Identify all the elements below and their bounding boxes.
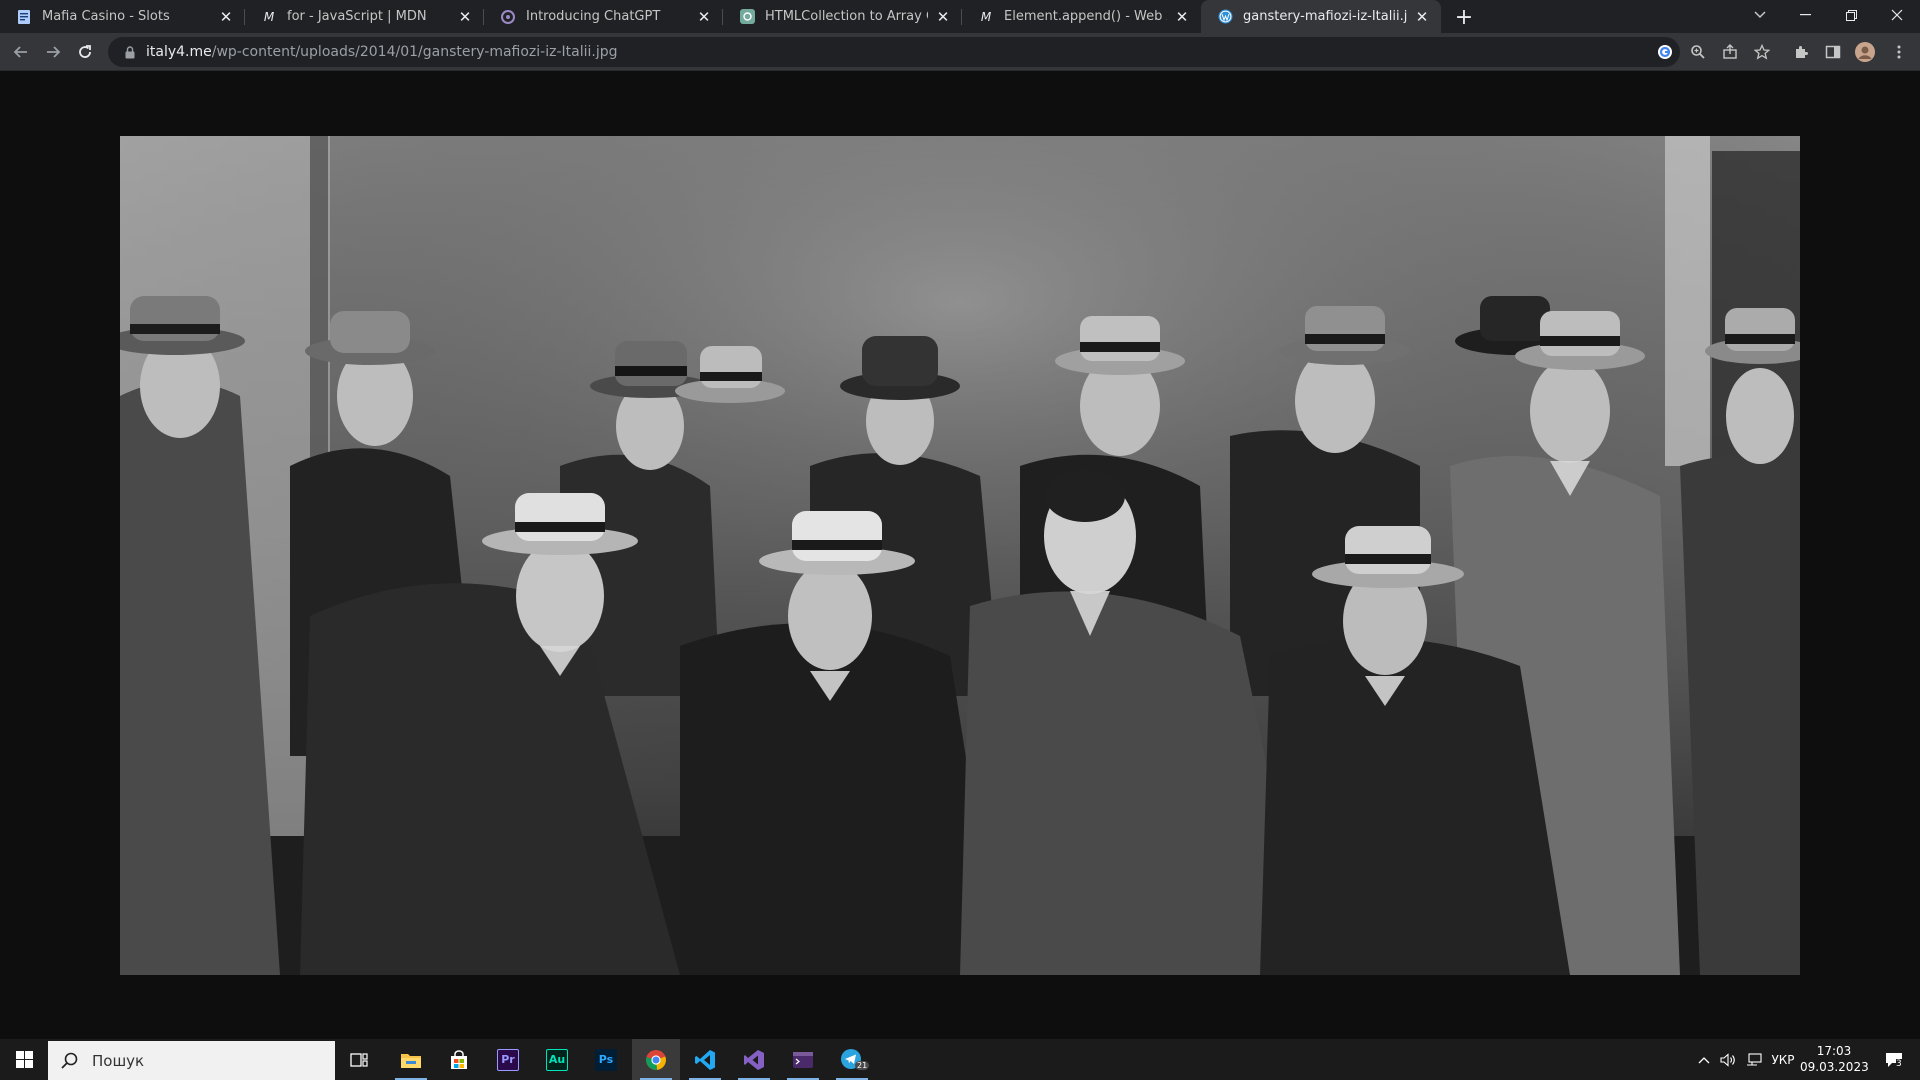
folder-icon (401, 1053, 421, 1068)
visual-studio-icon (744, 1049, 764, 1070)
close-icon[interactable]: ✕ (695, 8, 713, 26)
restore-button[interactable] (1828, 0, 1874, 30)
tab-introducing-chatgpt[interactable]: Introducing ChatGPT ✕ (484, 0, 723, 33)
photoshop-icon: Ps (595, 1048, 617, 1071)
clock[interactable]: 17:03 09.03.2023 (1800, 1043, 1869, 1075)
close-icon[interactable]: ✕ (1413, 8, 1431, 26)
chrome-icon (646, 1049, 666, 1070)
extensions-puzzle-icon[interactable] (1786, 37, 1816, 67)
menu-kebab-icon[interactable] (1884, 37, 1914, 67)
tab-title: HTMLCollection to Array Convers (765, 9, 928, 24)
close-icon[interactable]: ✕ (1173, 8, 1191, 26)
telegram-unread-badge: 21 (855, 1061, 870, 1070)
volume-icon[interactable] (1716, 1039, 1740, 1080)
visual-studio-button[interactable] (730, 1039, 778, 1080)
search-icon (61, 1052, 78, 1069)
tab-mdn-for[interactable]: M for - JavaScript | MDN ✕ (245, 0, 484, 33)
google-icon[interactable] (1654, 41, 1676, 63)
start-button[interactable] (0, 1039, 48, 1080)
url-text[interactable]: italy4.me/wp-content/uploads/2014/01/gan… (146, 44, 617, 60)
close-icon[interactable]: ✕ (934, 8, 952, 26)
address-bar[interactable]: italy4.me/wp-content/uploads/2014/01/gan… (108, 37, 1680, 67)
openai-icon (500, 9, 516, 25)
audition-button[interactable]: Au (533, 1039, 581, 1080)
mafia-gangsters-photo[interactable] (120, 136, 1800, 975)
vs-code-icon (695, 1049, 715, 1070)
network-icon[interactable] (1742, 1039, 1766, 1080)
action-center-button[interactable]: 3 (1874, 1039, 1914, 1080)
close-icon[interactable]: ✕ (217, 8, 235, 26)
audition-icon: Au (546, 1048, 568, 1071)
tab-mafia-casino[interactable]: Mafia Casino - Slots ✕ (0, 0, 245, 33)
microsoft-store-button[interactable] (435, 1039, 483, 1080)
taskbar-search-box[interactable]: Пошук (48, 1041, 335, 1080)
chatgpt-icon (739, 9, 755, 25)
telegram-button[interactable]: 21 (828, 1039, 876, 1080)
close-icon[interactable]: ✕ (456, 8, 474, 26)
mdn-icon: M (980, 9, 992, 24)
tab-title: Element.append() - Web APIs | M (1004, 9, 1167, 24)
bookmark-star-icon[interactable] (1747, 37, 1777, 67)
zoom-icon[interactable] (1683, 37, 1713, 67)
clock-date: 09.03.2023 (1800, 1060, 1869, 1074)
tab-element-append[interactable]: M Element.append() - Web APIs | M ✕ (962, 0, 1201, 33)
tab-title: for - JavaScript | MDN (287, 9, 427, 24)
task-view-button[interactable] (335, 1039, 383, 1080)
wordpress-icon (1217, 9, 1233, 25)
tab-strip: Mafia Casino - Slots ✕ M for - JavaScrip… (0, 0, 1920, 33)
mdn-icon: M (263, 9, 275, 24)
terminal-icon (793, 1051, 813, 1068)
tab-title: ganstery-mafiozi-iz-Italii.jpg (960 (1243, 9, 1407, 24)
windows-logo-icon (15, 1051, 33, 1068)
minimize-button[interactable] (1782, 0, 1828, 30)
tab-search-chevron-icon[interactable] (1737, 0, 1783, 30)
clock-time: 17:03 (1816, 1044, 1852, 1058)
forward-button[interactable] (38, 37, 68, 67)
tab-title: Mafia Casino - Slots (42, 9, 170, 24)
url-path: /wp-content/uploads/2014/01/ganstery-maf… (211, 44, 618, 60)
document-icon (16, 9, 32, 25)
photoshop-button[interactable]: Ps (582, 1039, 630, 1080)
chrome-button[interactable] (632, 1039, 680, 1080)
language-indicator[interactable]: УКР (1766, 1039, 1800, 1080)
premiere-pro-button[interactable]: Pr (484, 1039, 532, 1080)
task-view-icon (350, 1052, 368, 1067)
browser-toolbar: italy4.me/wp-content/uploads/2014/01/gan… (0, 33, 1920, 71)
lock-icon[interactable] (118, 45, 142, 59)
search-placeholder: Пошук (92, 1051, 145, 1070)
back-button[interactable] (6, 37, 36, 67)
profile-avatar[interactable] (1850, 37, 1880, 67)
terminal-button[interactable] (779, 1039, 827, 1080)
page-viewport (0, 71, 1920, 1039)
vs-code-button[interactable] (681, 1039, 729, 1080)
tab-title: Introducing ChatGPT (526, 9, 661, 24)
premiere-pro-icon: Pr (497, 1048, 519, 1071)
new-tab-button[interactable]: + (1452, 5, 1476, 30)
tab-ganstery-image[interactable]: ganstery-mafiozi-iz-Italii.jpg (960 ✕ (1201, 0, 1441, 33)
store-bag-icon (451, 1049, 467, 1069)
show-hidden-icons-chevron-icon[interactable] (1693, 1039, 1715, 1080)
file-explorer-button[interactable] (387, 1039, 435, 1080)
close-window-button[interactable] (1874, 0, 1920, 30)
windows-taskbar: Пошук Pr Au Ps 21 УКР 17:03 09.03.2023 3 (0, 1039, 1920, 1080)
url-host: italy4.me (146, 44, 212, 60)
notifications-count: 3 (1896, 1059, 1902, 1069)
share-icon[interactable] (1715, 37, 1745, 67)
side-panel-icon[interactable] (1818, 37, 1848, 67)
tab-htmlcollection[interactable]: HTMLCollection to Array Convers ✕ (723, 0, 962, 33)
reload-button[interactable] (70, 37, 100, 67)
